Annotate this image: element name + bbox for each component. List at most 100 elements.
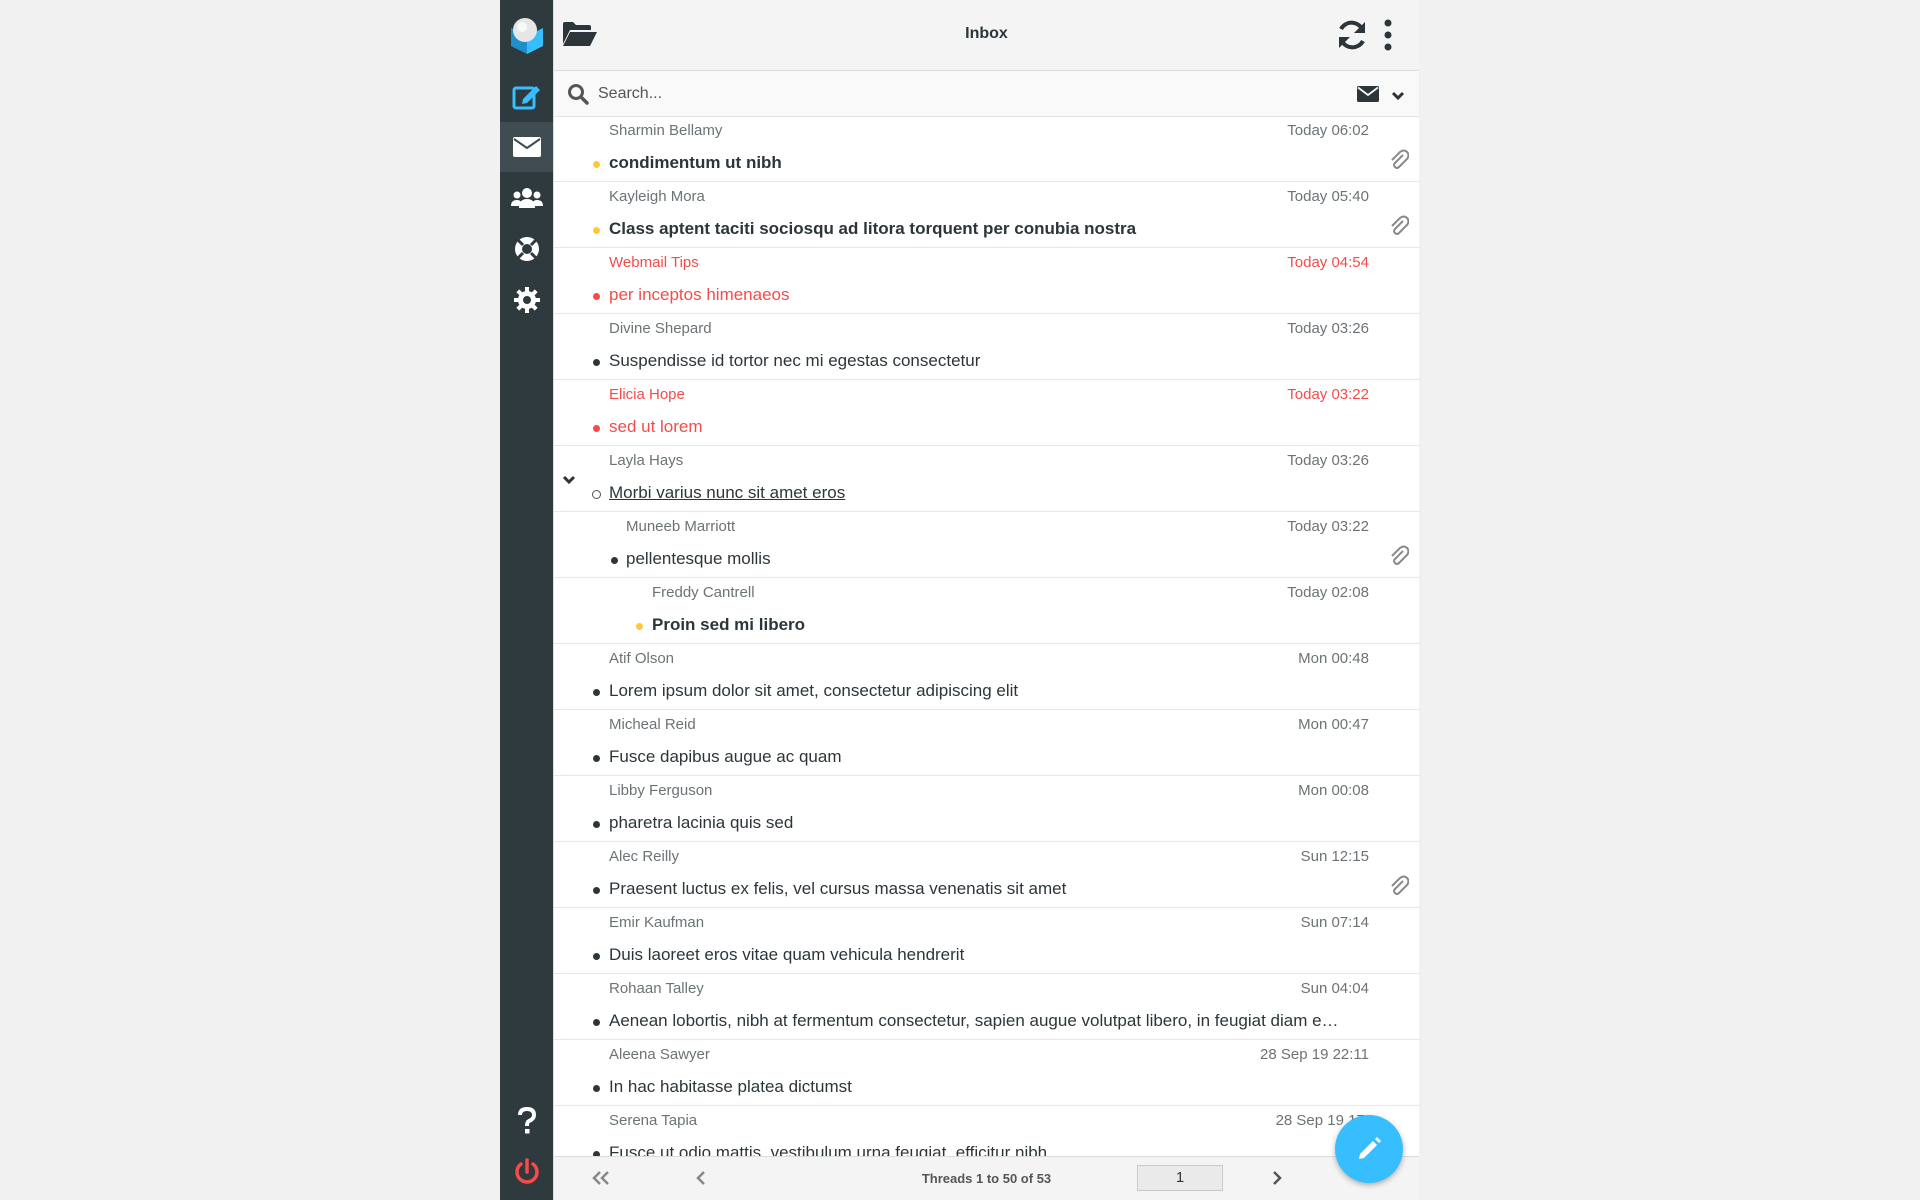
- envelope-icon[interactable]: [1357, 86, 1379, 107]
- help-center-nav-button[interactable]: [500, 224, 553, 274]
- read-status-icon[interactable]: [593, 755, 600, 762]
- message-sender: Freddy Cantrell: [652, 584, 755, 601]
- message-row[interactable]: Micheal Reid Mon 00:47 Fusce dapibus aug…: [554, 710, 1420, 776]
- message-sender: Micheal Reid: [609, 716, 696, 733]
- thread-count: Threads 1 to 50 of 53: [921, 1171, 1052, 1186]
- roundcube-logo[interactable]: [509, 16, 545, 54]
- message-date: Today 02:08: [1287, 584, 1369, 601]
- thread-status-icon[interactable]: [592, 490, 601, 499]
- pagination-bar: Threads 1 to 50 of 53 1: [554, 1156, 1419, 1200]
- search-bar: [554, 71, 1419, 117]
- message-sender: Muneeb Marriott: [626, 518, 736, 535]
- chevron-right-icon: [1273, 1171, 1282, 1185]
- refresh-icon: [1339, 20, 1365, 50]
- compose-floating-button[interactable]: [1335, 1115, 1403, 1183]
- contacts-nav-button[interactable]: [500, 173, 553, 223]
- search-icon[interactable]: [567, 83, 589, 110]
- message-subject[interactable]: Praesent luctus ex felis, vel cursus mas…: [609, 879, 1066, 899]
- compose-icon: [512, 86, 540, 110]
- mail-nav-button[interactable]: [500, 122, 553, 172]
- message-row[interactable]: Elicia Hope Today 03:22 sed ut lorem: [554, 380, 1420, 446]
- message-sender: Layla Hays: [609, 452, 684, 469]
- unread-status-icon[interactable]: [636, 623, 643, 630]
- read-status-icon[interactable]: [593, 293, 600, 300]
- about-nav-button[interactable]: [500, 1096, 553, 1146]
- message-subject[interactable]: Fusce dapibus augue ac quam: [609, 747, 842, 767]
- unread-status-icon[interactable]: [593, 161, 600, 168]
- message-subject[interactable]: Fusce ut odio mattis, vestibulum urna fe…: [609, 1143, 1047, 1157]
- unread-status-icon[interactable]: [593, 227, 600, 234]
- message-row[interactable]: Libby Ferguson Mon 00:08 pharetra lacini…: [554, 776, 1420, 842]
- message-row[interactable]: Freddy Cantrell Today 02:08 Proin sed mi…: [554, 578, 1420, 644]
- message-subject[interactable]: pharetra lacinia quis sed: [609, 813, 793, 833]
- envelope-icon: [512, 137, 541, 157]
- message-sender: Kayleigh Mora: [609, 188, 705, 205]
- message-row[interactable]: Sharmin Bellamy Today 06:02 condimentum …: [554, 116, 1420, 182]
- read-status-icon[interactable]: [593, 359, 600, 366]
- message-row[interactable]: Aleena Sawyer 28 Sep 19 22:11 In hac hab…: [554, 1040, 1420, 1106]
- page-number-input[interactable]: 1: [1137, 1165, 1223, 1191]
- search-input[interactable]: [596, 80, 1200, 108]
- message-row[interactable]: Serena Tapia 28 Sep 19 17: Fusce ut odio…: [554, 1106, 1420, 1157]
- message-row[interactable]: Atif Olson Mon 00:48 Lorem ipsum dolor s…: [554, 644, 1420, 710]
- read-status-icon[interactable]: [593, 953, 600, 960]
- users-icon: [510, 188, 543, 208]
- message-date: Mon 00:47: [1298, 716, 1369, 733]
- message-list-panel: Inbox Search... Sharmin Bellamy Today 06…: [553, 0, 1420, 1200]
- next-page-button[interactable]: [1271, 1170, 1283, 1191]
- message-row[interactable]: Divine Shepard Today 03:26 Suspendisse i…: [554, 314, 1420, 380]
- chevron-down-icon[interactable]: [1391, 88, 1405, 106]
- refresh-button[interactable]: [1335, 19, 1369, 51]
- read-status-icon[interactable]: [593, 1019, 600, 1026]
- message-row[interactable]: Layla Hays Today 03:26 Morbi varius nunc…: [554, 446, 1420, 512]
- page-title: Inbox: [965, 25, 1008, 42]
- compose-nav-button[interactable]: [500, 71, 553, 121]
- message-sender: Divine Shepard: [609, 320, 712, 337]
- message-subject[interactable]: Suspendisse id tortor nec mi egestas con…: [609, 351, 980, 371]
- read-status-icon[interactable]: [593, 689, 600, 696]
- message-row[interactable]: Alec Reilly Sun 12:15 Praesent luctus ex…: [554, 842, 1420, 908]
- message-sender: Alec Reilly: [609, 848, 680, 865]
- paperclip-icon: [1389, 545, 1410, 572]
- chevron-down-icon[interactable]: [562, 472, 576, 490]
- message-subject[interactable]: condimentum ut nibh: [609, 153, 782, 173]
- message-subject[interactable]: sed ut lorem: [609, 417, 703, 437]
- message-sender: Emir Kaufman: [609, 914, 705, 931]
- message-list: Sharmin Bellamy Today 06:02 condimentum …: [554, 116, 1420, 1157]
- message-subject[interactable]: Class aptent taciti sociosqu ad litora t…: [609, 219, 1136, 239]
- message-subject[interactable]: Duis laoreet eros vitae quam vehicula he…: [609, 945, 964, 965]
- list-options-button[interactable]: [1380, 18, 1396, 52]
- message-subject[interactable]: Lorem ipsum dolor sit amet, consectetur …: [609, 681, 1018, 701]
- message-subject[interactable]: Morbi varius nunc sit amet eros: [609, 483, 845, 503]
- read-status-icon[interactable]: [593, 887, 600, 894]
- message-row[interactable]: Webmail Tips Today 04:54 per inceptos hi…: [554, 248, 1420, 314]
- message-date: Sun 07:14: [1300, 914, 1369, 931]
- read-status-icon[interactable]: [593, 821, 600, 828]
- message-sender: Aleena Sawyer: [609, 1046, 710, 1063]
- message-row[interactable]: Emir Kaufman Sun 07:14 Duis laoreet eros…: [554, 908, 1420, 974]
- message-subject[interactable]: per inceptos himenaeos: [609, 285, 790, 305]
- read-status-icon[interactable]: [611, 557, 618, 564]
- message-row[interactable]: Rohaan Talley Sun 04:04 Aenean lobortis,…: [554, 974, 1420, 1040]
- kebab-menu-icon: [1384, 19, 1392, 51]
- message-date: Sun 12:15: [1300, 848, 1369, 865]
- settings-nav-button[interactable]: [500, 275, 553, 325]
- message-sender: Elicia Hope: [609, 386, 685, 403]
- logout-nav-button[interactable]: [500, 1147, 553, 1197]
- paperclip-icon: [1389, 149, 1410, 176]
- message-date: Today 05:40: [1287, 188, 1369, 205]
- message-date: 28 Sep 19 22:11: [1260, 1046, 1369, 1063]
- webmail-app: Inbox Search... Sharmin Bellamy Today 06…: [500, 0, 1420, 1200]
- message-subject[interactable]: In hac habitasse platea dictumst: [609, 1077, 852, 1097]
- message-row[interactable]: Kayleigh Mora Today 05:40 Class aptent t…: [554, 182, 1420, 248]
- pencil-icon: [1359, 1137, 1381, 1159]
- message-date: Sun 04:04: [1300, 980, 1369, 997]
- message-subject[interactable]: Proin sed mi libero: [652, 615, 805, 635]
- message-date: Today 06:02: [1287, 122, 1369, 139]
- message-row[interactable]: Muneeb Marriott Today 03:22 pellentesque…: [554, 512, 1420, 578]
- read-status-icon[interactable]: [593, 425, 600, 432]
- read-status-icon[interactable]: [593, 1085, 600, 1092]
- message-subject[interactable]: pellentesque mollis: [626, 549, 771, 569]
- message-subject[interactable]: Aenean lobortis, nibh at fermentum conse…: [609, 1011, 1339, 1031]
- paperclip-icon: [1389, 875, 1410, 902]
